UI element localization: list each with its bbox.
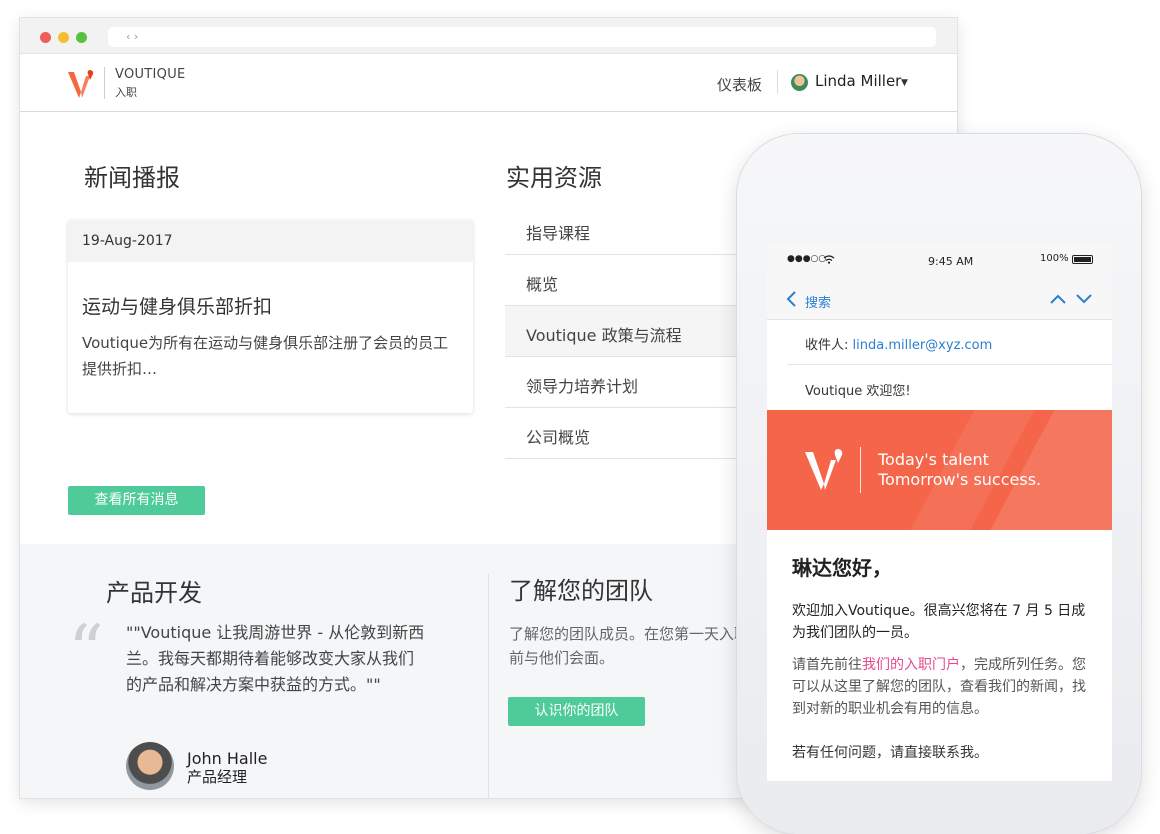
banner-divider [860,447,861,493]
email-paragraph-welcome: 欢迎加入Voutique。很高兴您将在 7 月 5 日成为我们团队的一员。 [792,603,1086,641]
recipient-row: 收件人: linda.miller@xyz.com [787,320,1112,365]
resource-item-overview[interactable]: 概览 [505,255,765,306]
view-all-news-button[interactable]: 查看所有消息 [68,486,205,515]
banner-tagline-line1: Today's talent [878,450,989,469]
back-search-link[interactable]: 搜索 [805,292,831,311]
wifi-icon [823,255,835,264]
email-paragraph-contact: 若有任何问题，请直接联系我。 [792,745,988,761]
onboarding-portal-link[interactable]: 我们的入职门户 [862,657,960,673]
recipient-label: 收件人: [805,338,849,353]
news-section-title: 新闻播报 [84,164,180,192]
chevron-down-icon[interactable]: ▼ [901,78,908,88]
maximize-window-button[interactable] [76,32,87,43]
news-excerpt: Voutique为所有在运动与健身俱乐部注册了会员的员工提供折扣… [82,334,449,378]
brand-subtitle: 入职 [115,86,137,99]
brand-divider [104,67,105,99]
banner-tagline-line2: Tomorrow's success. [878,470,1042,489]
resource-item-company-overview[interactable]: 公司概览 [505,408,765,459]
status-bar: ●●●○○ 9:45 AM 100% [767,242,1112,278]
app-header: VOUTIQUE 入职 仪表板 Linda Miller ▼ [20,54,957,112]
nav-arrows-icon[interactable]: ‹ › [126,30,138,43]
address-bar[interactable]: ‹ › [108,27,936,47]
testimonial-quote: ""Voutique 让我周游世界 - 从伦敦到新西兰。我每天都期待着能够改变大… [126,623,425,694]
phone-screen: ●●●○○ 9:45 AM 100% 搜索 收件人: linda.miller@… [767,242,1112,781]
nav-divider [777,70,778,94]
quote-icon: “ [68,610,104,692]
minimize-window-button[interactable] [58,32,69,43]
team-description: 了解您的团队成员。在您第一天入职前与他们会面。 [509,625,750,667]
user-avatar[interactable] [791,74,808,91]
battery-percent: 100% [1040,253,1069,264]
close-window-button[interactable] [40,32,51,43]
chevron-left-icon[interactable] [785,290,797,308]
battery-icon [1072,255,1093,264]
resources-section-title: 实用资源 [506,164,602,192]
mail-nav-bar: 搜索 [767,278,1112,320]
signal-icon: ●●●○○ [787,254,827,264]
nav-dashboard-link[interactable]: 仪表板 [717,74,762,95]
product-section-title: 产品开发 [106,579,202,607]
email-subject: Voutique 欢迎您! [805,384,911,399]
person-avatar [126,742,174,790]
resource-item-leadership[interactable]: 领导力培养计划 [505,357,765,408]
news-date: 19-Aug-2017 [68,220,473,262]
team-section-title: 了解您的团队 [509,577,653,605]
meet-team-button[interactable]: 认识你的团队 [508,697,645,726]
chevron-down-icon[interactable] [1075,293,1093,305]
section-divider [488,574,489,798]
voutique-logo-icon[interactable] [66,68,96,100]
email-greeting: 琳达您好， [792,556,892,580]
resources-list: 指导课程 概览 Voutique 政策与流程 领导力培养计划 公司概览 [505,204,765,459]
resource-item-policies[interactable]: Voutique 政策与流程 [505,306,765,357]
person-role: 产品经理 [187,768,248,786]
brand-name: VOUTIQUE [115,67,186,82]
resource-item-guidance[interactable]: 指导课程 [505,204,765,255]
email-banner: Today's talent Tomorrow's success. [767,410,1112,530]
status-time: 9:45 AM [928,255,974,268]
news-headline[interactable]: 运动与健身俱乐部折扣 [82,292,272,319]
browser-chrome: ‹ › [20,18,957,54]
email-paragraph-instructions: 请首先前往我们的入职门户，完成所列任务。您可以从这里了解您的团队，查看我们的新闻… [792,657,1086,717]
user-menu[interactable]: Linda Miller [815,72,901,90]
chevron-up-icon[interactable] [1049,293,1067,305]
news-card[interactable]: 19-Aug-2017 运动与健身俱乐部折扣 Voutique为所有在运动与健身… [68,220,473,413]
voutique-logo-white-icon [805,449,843,490]
recipient-email[interactable]: linda.miller@xyz.com [853,338,993,353]
